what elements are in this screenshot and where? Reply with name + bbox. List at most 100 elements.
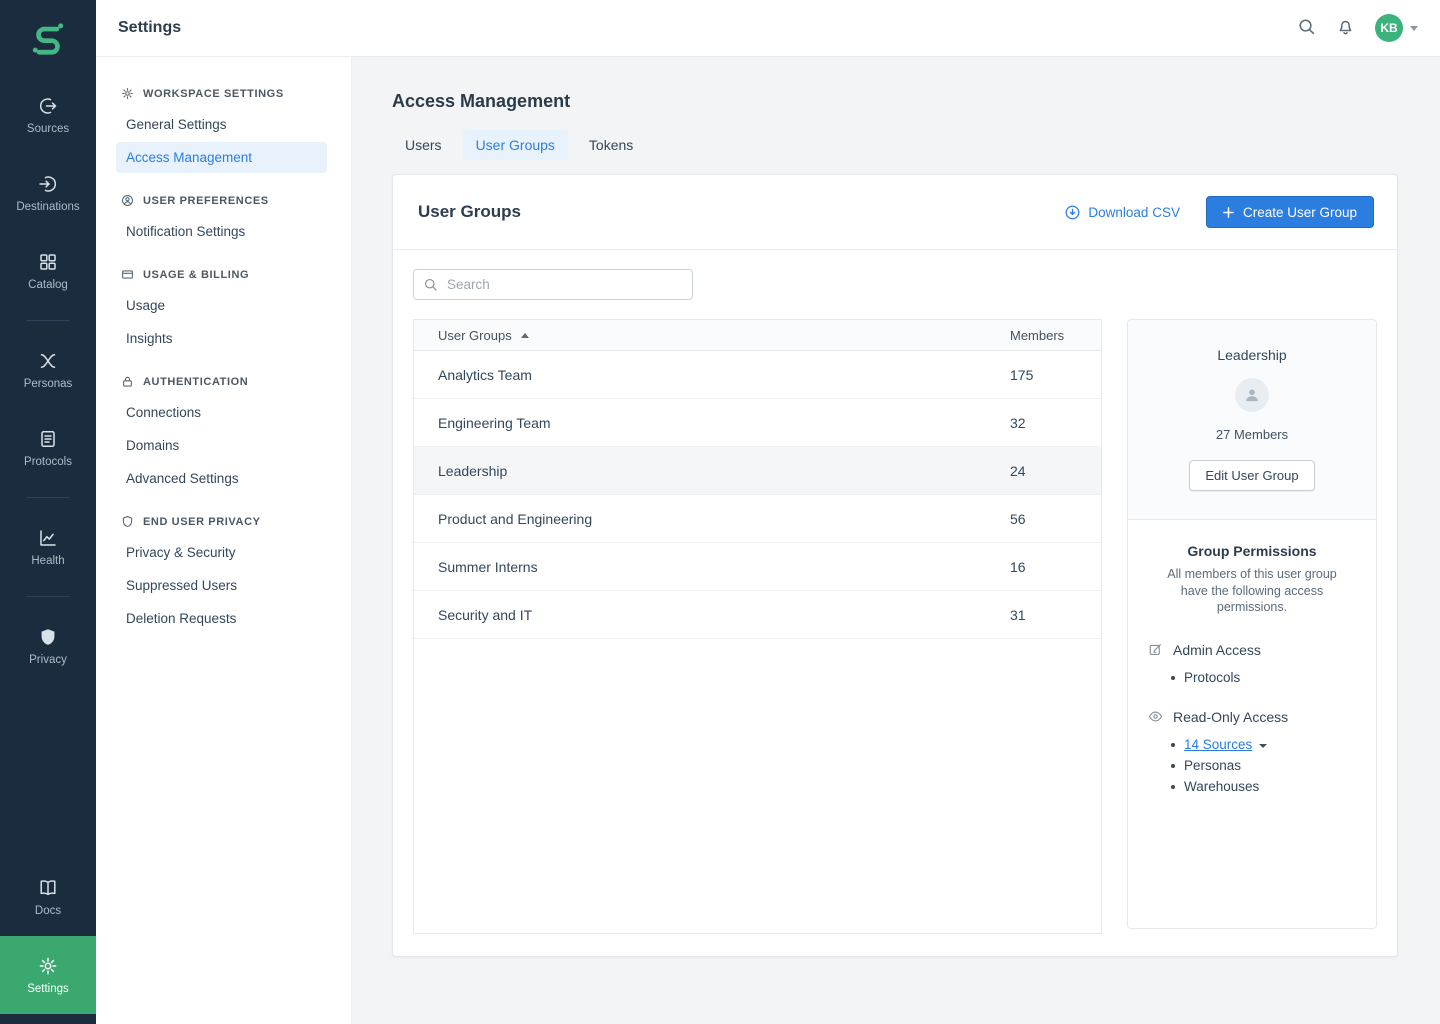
readonly-access-label: Read-Only Access — [1173, 709, 1288, 725]
sort-ascending-icon[interactable] — [521, 333, 529, 338]
permission-item: Protocols — [1148, 667, 1356, 688]
avatar[interactable]: KB — [1375, 14, 1403, 42]
tab-users[interactable]: Users — [392, 130, 455, 160]
nav-spacer — [0, 685, 96, 858]
tab-user-groups[interactable]: User Groups — [463, 130, 568, 160]
bell-icon — [1336, 17, 1355, 39]
group-name-cell: Product and Engineering — [414, 511, 1010, 527]
sidebar-item-settings[interactable]: Settings — [0, 936, 96, 1014]
settings-section-workspace: WORKSPACE SETTINGS General Settings Acce… — [96, 79, 351, 173]
nav-divider — [26, 596, 70, 597]
members-count-cell: 56 — [1010, 511, 1101, 527]
sidebar-item-privacy[interactable]: Privacy — [0, 607, 96, 685]
group-name-cell: Analytics Team — [414, 367, 1010, 383]
sidebar-item-deletion-requests[interactable]: Deletion Requests — [116, 603, 327, 634]
section-title: USER PREFERENCES — [143, 195, 269, 207]
group-name-cell: Summer Interns — [414, 559, 1010, 575]
group-name: Summer Interns — [438, 559, 538, 575]
members-column-header[interactable]: Members — [1010, 328, 1101, 343]
edit-icon — [1148, 642, 1163, 657]
table-row[interactable]: Product and Engineering 56 — [414, 495, 1101, 543]
table-row[interactable]: Security and IT 31 — [414, 591, 1101, 639]
content-columns: User Groups Members Analytics Team 175 — [413, 319, 1377, 934]
settings-section-user-preferences: USER PREFERENCES Notification Settings — [96, 186, 351, 247]
nav-label: Personas — [24, 378, 73, 390]
readonly-access-group: Read-Only Access 14 Sources Personas War… — [1148, 709, 1356, 797]
sidebar-item-usage[interactable]: Usage — [116, 290, 327, 321]
permission-item: Personas — [1148, 755, 1356, 776]
permission-item: 14 Sources — [1148, 734, 1356, 755]
section-title: END USER PRIVACY — [143, 516, 261, 528]
search-button[interactable] — [1297, 17, 1316, 39]
destinations-icon — [38, 174, 58, 194]
privacy-shield-icon — [38, 627, 58, 647]
settings-sidebar: WORKSPACE SETTINGS General Settings Acce… — [96, 57, 352, 1024]
readonly-access-list: 14 Sources Personas Warehouses — [1148, 734, 1356, 797]
admin-access-group: Admin Access Protocols — [1148, 642, 1356, 688]
notifications-button[interactable] — [1336, 17, 1355, 39]
section-header: AUTHENTICATION — [96, 367, 351, 397]
nav-label: Sources — [27, 123, 69, 135]
table-row[interactable]: Analytics Team 175 — [414, 351, 1101, 399]
shield-icon — [121, 515, 134, 528]
group-name: Leadership — [1144, 347, 1360, 363]
segment-logo[interactable] — [0, 0, 96, 76]
nav-label: Protocols — [24, 456, 72, 468]
settings-section-authentication: AUTHENTICATION Connections Domains Advan… — [96, 367, 351, 494]
sidebar-item-docs[interactable]: Docs — [0, 858, 96, 936]
user-groups-table: User Groups Members Analytics Team 175 — [413, 319, 1102, 934]
settings-section-end-user-privacy: END USER PRIVACY Privacy & Security Supp… — [96, 507, 351, 634]
tab-bar: Users User Groups Tokens — [392, 130, 1398, 160]
create-user-group-button[interactable]: Create User Group — [1206, 196, 1374, 228]
sidebar-item-personas[interactable]: Personas — [0, 331, 96, 409]
sidebar-item-general-settings[interactable]: General Settings — [116, 109, 327, 140]
catalog-icon — [38, 252, 58, 272]
chevron-down-icon[interactable] — [1410, 26, 1418, 31]
sidebar-item-catalog[interactable]: Catalog — [0, 232, 96, 310]
group-permissions: Group Permissions All members of this us… — [1128, 520, 1376, 820]
avatar-initials: KB — [1380, 21, 1397, 35]
edit-user-group-button[interactable]: Edit User Group — [1189, 460, 1314, 491]
account-menu[interactable]: KB — [1375, 14, 1418, 42]
sidebar-item-health[interactable]: Health — [0, 508, 96, 586]
sidebar-item-insights[interactable]: Insights — [116, 323, 327, 354]
nav-label: Settings — [27, 983, 69, 995]
admin-access-label: Admin Access — [1173, 642, 1261, 658]
chevron-down-icon[interactable] — [1259, 744, 1267, 748]
sidebar-item-advanced-settings[interactable]: Advanced Settings — [116, 463, 327, 494]
nav-label: Health — [31, 555, 64, 567]
sidebar-item-sources[interactable]: Sources — [0, 76, 96, 154]
sidebar-item-destinations[interactable]: Destinations — [0, 154, 96, 232]
sidebar-item-protocols[interactable]: Protocols — [0, 409, 96, 487]
members-count-cell: 32 — [1010, 415, 1101, 431]
search-input[interactable] — [413, 269, 693, 300]
members-header-label: Members — [1010, 328, 1064, 343]
table-header-row: User Groups Members — [414, 320, 1101, 351]
section-title: AUTHENTICATION — [143, 376, 248, 388]
section-header: WORKSPACE SETTINGS — [96, 79, 351, 109]
group-name: Product and Engineering — [438, 511, 592, 527]
search-icon — [1297, 17, 1316, 39]
admin-access-list: Protocols — [1148, 667, 1356, 688]
user-groups-card: User Groups Download CSV Create User Gro… — [392, 174, 1398, 957]
sidebar-item-domains[interactable]: Domains — [116, 430, 327, 461]
group-name: Security and IT — [438, 607, 532, 623]
tab-tokens[interactable]: Tokens — [576, 130, 646, 160]
sidebar-item-notification-settings[interactable]: Notification Settings — [116, 216, 327, 247]
page-title: Settings — [118, 19, 181, 37]
sidebar-item-access-management[interactable]: Access Management — [116, 142, 327, 173]
permissions-description: All members of this user group have the … — [1152, 566, 1352, 616]
table-row[interactable]: Engineering Team 32 — [414, 399, 1101, 447]
group-detail-panel: Leadership 27 Members Edit User Group Gr… — [1127, 319, 1377, 929]
sidebar-item-suppressed-users[interactable]: Suppressed Users — [116, 570, 327, 601]
group-name-cell: Security and IT — [414, 607, 1010, 623]
table-row[interactable]: Summer Interns 16 — [414, 543, 1101, 591]
sidebar-item-privacy-security[interactable]: Privacy & Security — [116, 537, 327, 568]
members-count: 27 Members — [1144, 427, 1360, 442]
table-row[interactable]: Leadership 24 — [414, 447, 1101, 495]
sources-count-link[interactable]: 14 Sources — [1184, 737, 1252, 752]
sidebar-item-connections[interactable]: Connections — [116, 397, 327, 428]
billing-card-icon — [121, 268, 134, 281]
name-column-header[interactable]: User Groups — [414, 328, 1010, 343]
download-csv-button[interactable]: Download CSV — [1064, 204, 1180, 221]
